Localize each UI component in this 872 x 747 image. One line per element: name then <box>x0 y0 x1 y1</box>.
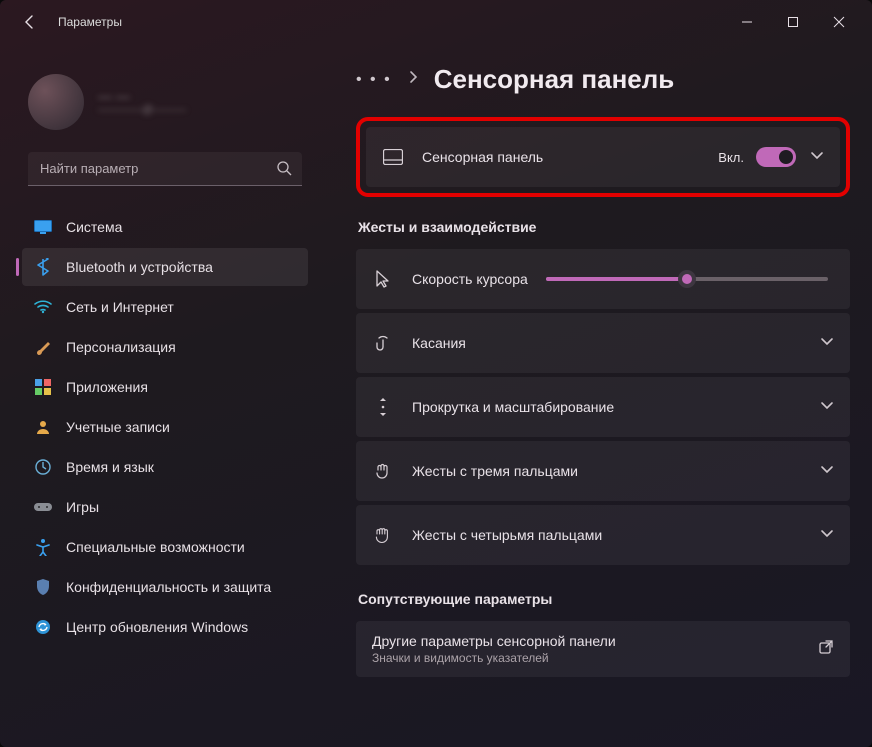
sidebar-item-accounts[interactable]: Учетные записи <box>22 408 308 446</box>
chevron-down-icon <box>820 462 834 480</box>
update-icon <box>34 618 52 636</box>
tile-label: Жесты с тремя пальцами <box>412 463 578 479</box>
gamepad-icon <box>34 498 52 516</box>
sidebar-item-label: Специальные возможности <box>66 539 245 555</box>
sidebar-item-privacy[interactable]: Конфиденциальность и защита <box>22 568 308 606</box>
tile-related-more-settings[interactable]: Другие параметры сенсорной панели Значки… <box>356 621 850 677</box>
minimize-icon <box>741 16 753 28</box>
gesture-tiles-group: Скорость курсора Касания <box>356 249 850 565</box>
sidebar-item-label: Персонализация <box>66 339 176 355</box>
sidebar-item-personalization[interactable]: Персонализация <box>22 328 308 366</box>
close-button[interactable] <box>816 6 862 38</box>
chevron-right-icon <box>408 70 418 89</box>
cursor-speed-slider[interactable] <box>546 277 828 281</box>
page-title: Сенсорная панель <box>434 64 675 95</box>
tile-label: Скорость курсора <box>412 271 528 287</box>
tile-label: Прокрутка и масштабирование <box>412 399 614 415</box>
app-title: Параметры <box>58 15 122 29</box>
tile-four-finger[interactable]: Жесты с четырьмя пальцами <box>356 505 850 565</box>
cursor-icon <box>372 270 394 288</box>
settings-window: Параметры — — ————@——— <box>0 0 872 747</box>
tile-taps[interactable]: Касания <box>356 313 850 373</box>
touchpad-toggle[interactable] <box>756 147 796 167</box>
search-icon <box>276 160 292 181</box>
tile-scroll-zoom[interactable]: Прокрутка и масштабирование <box>356 377 850 437</box>
section-title-related: Сопутствующие параметры <box>358 591 850 607</box>
sidebar-item-label: Время и язык <box>66 459 154 475</box>
tile-cursor-speed[interactable]: Скорость курсора <box>356 249 850 309</box>
sidebar-item-label: Приложения <box>66 379 148 395</box>
sidebar-item-network[interactable]: Сеть и Интернет <box>22 288 308 326</box>
related-text: Другие параметры сенсорной панели Значки… <box>372 633 616 665</box>
brush-icon <box>34 338 52 356</box>
back-button[interactable] <box>16 8 44 36</box>
arrow-left-icon <box>22 14 38 30</box>
sidebar-item-bluetooth-devices[interactable]: Bluetooth и устройства <box>22 248 308 286</box>
apps-icon <box>34 378 52 396</box>
clock-globe-icon <box>34 458 52 476</box>
sidebar-item-label: Учетные записи <box>66 419 170 435</box>
touchpad-icon <box>382 149 404 165</box>
breadcrumb-ellipsis[interactable]: • • • <box>356 71 392 89</box>
chevron-down-icon <box>820 334 834 352</box>
toggle-state-label: Вкл. <box>718 150 744 165</box>
nav-list: Система Bluetooth и устройства Сеть и Ин… <box>22 208 308 646</box>
content-area: — — ————@——— Система Bluetooth и устройс… <box>0 44 872 747</box>
user-info: — — ————@——— <box>98 88 186 116</box>
scroll-icon <box>372 397 394 417</box>
sidebar-item-windows-update[interactable]: Центр обновления Windows <box>22 608 308 646</box>
breadcrumb: • • • Сенсорная панель <box>356 64 850 95</box>
tile-label: Касания <box>412 335 466 351</box>
three-finger-icon <box>372 462 394 480</box>
monitor-icon <box>34 218 52 236</box>
avatar <box>28 74 84 130</box>
related-subtitle: Значки и видимость указателей <box>372 651 616 665</box>
slider-thumb[interactable] <box>678 270 696 288</box>
sidebar-item-apps[interactable]: Приложения <box>22 368 308 406</box>
annotation-highlight: Сенсорная панель Вкл. <box>356 117 850 197</box>
tap-icon <box>372 334 394 352</box>
user-email: ————@——— <box>98 104 186 116</box>
section-title-gestures: Жесты и взаимодействие <box>358 219 850 235</box>
open-external-icon <box>818 639 834 660</box>
main-panel: • • • Сенсорная панель Сенсорная панель … <box>320 44 872 747</box>
search-wrap <box>28 152 302 186</box>
person-icon <box>34 418 52 436</box>
chevron-down-icon <box>820 398 834 416</box>
window-controls <box>724 6 862 38</box>
slider-track <box>546 277 828 281</box>
bluetooth-icon <box>34 258 52 276</box>
touchpad-master-tile[interactable]: Сенсорная панель Вкл. <box>366 127 840 187</box>
tile-three-finger[interactable]: Жесты с тремя пальцами <box>356 441 850 501</box>
user-account-row[interactable]: — — ————@——— <box>28 74 302 130</box>
maximize-icon <box>787 16 799 28</box>
chevron-down-icon <box>810 148 824 166</box>
sidebar-item-gaming[interactable]: Игры <box>22 488 308 526</box>
close-icon <box>833 16 845 28</box>
sidebar-item-time-language[interactable]: Время и язык <box>22 448 308 486</box>
minimize-button[interactable] <box>724 6 770 38</box>
four-finger-icon <box>372 526 394 544</box>
chevron-down-icon <box>820 526 834 544</box>
wifi-icon <box>34 298 52 316</box>
related-title: Другие параметры сенсорной панели <box>372 633 616 649</box>
shield-icon <box>34 578 52 596</box>
maximize-button[interactable] <box>770 6 816 38</box>
sidebar-item-label: Bluetooth и устройства <box>66 259 213 275</box>
sidebar-item-label: Центр обновления Windows <box>66 619 248 635</box>
sidebar-item-label: Сеть и Интернет <box>66 299 174 315</box>
titlebar: Параметры <box>0 0 872 44</box>
sidebar-item-label: Система <box>66 219 122 235</box>
sidebar-item-system[interactable]: Система <box>22 208 308 246</box>
sidebar-item-accessibility[interactable]: Специальные возможности <box>22 528 308 566</box>
user-name: — — <box>98 88 186 104</box>
tile-label: Сенсорная панель <box>422 149 543 165</box>
tile-label: Жесты с четырьмя пальцами <box>412 527 602 543</box>
sidebar-item-label: Конфиденциальность и защита <box>66 579 271 595</box>
slider-fill <box>546 277 687 281</box>
search-input[interactable] <box>28 152 302 186</box>
sidebar: — — ————@——— Система Bluetooth и устройс… <box>0 44 320 747</box>
sidebar-item-label: Игры <box>66 499 99 515</box>
accessibility-icon <box>34 538 52 556</box>
